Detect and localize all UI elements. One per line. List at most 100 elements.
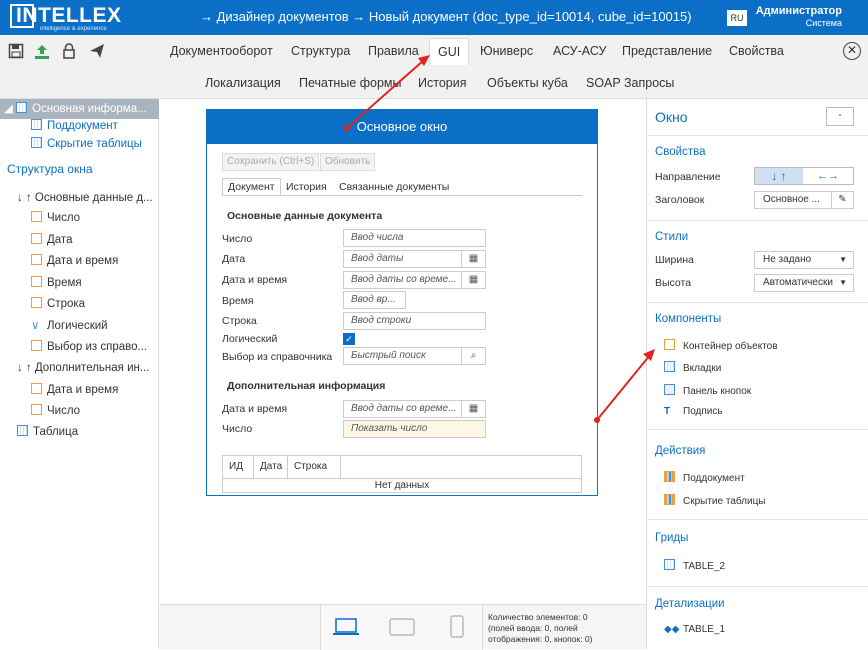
close-icon[interactable]: ✕ <box>843 42 861 60</box>
lock-icon[interactable] <box>60 43 78 61</box>
tab-rules[interactable]: Правила <box>368 44 419 58</box>
field-label: Число <box>222 233 253 245</box>
tab-document-flow[interactable]: Документооборот <box>170 44 273 58</box>
user-role: Система <box>805 18 842 28</box>
panel-menu-button[interactable]: - <box>826 107 854 126</box>
tab-asu[interactable]: АСУ-АСУ <box>553 44 606 58</box>
tab-history-inner[interactable]: История <box>286 181 327 193</box>
tab-print-forms[interactable]: Печатные формы <box>299 76 402 90</box>
calendar-icon[interactable]: ▦ <box>461 401 485 417</box>
tablet-icon[interactable] <box>388 613 416 641</box>
date-input[interactable]: Ввод даты ▦ <box>343 250 486 268</box>
text-icon <box>31 297 42 308</box>
tab-structure[interactable]: Структура <box>291 44 350 58</box>
tree-item-date[interactable]: Дата <box>31 230 72 250</box>
mobile-icon[interactable] <box>443 613 471 641</box>
edit-icon[interactable]: ✎ <box>831 192 853 208</box>
grid-header[interactable]: Дата <box>254 456 288 478</box>
field-label: Выбор из справочника <box>222 351 333 363</box>
tab-related-docs[interactable]: Связанные документы <box>339 181 449 193</box>
tree-item-lookup[interactable]: Выбор из справо... <box>31 337 147 357</box>
tab-representation[interactable]: Представление <box>622 44 712 58</box>
tab-properties[interactable]: Свойства <box>729 44 784 58</box>
tree-item-time[interactable]: Время <box>31 273 82 293</box>
element-stats-line: отображения: 0, кнопок: 0) <box>488 634 593 644</box>
number-input[interactable]: Ввод числа <box>343 229 486 247</box>
width-select[interactable]: Не задано ▼ <box>754 251 854 269</box>
time-input[interactable]: Ввод вр... <box>343 291 406 309</box>
tree-item-datetime-2[interactable]: Дата и время <box>31 380 118 400</box>
save-button[interactable]: Сохранить (Ctrl+S) <box>222 153 320 171</box>
detail-table-1[interactable]: ◆◆ TABLE_1 <box>664 624 725 635</box>
component-tabs[interactable]: Вкладки <box>664 361 721 374</box>
tab-document[interactable]: Документ <box>222 178 281 195</box>
collapse-icon[interactable]: ◢ <box>4 103 13 115</box>
string-input[interactable]: Ввод строки <box>343 312 486 330</box>
field-label: Число <box>222 423 253 435</box>
horizontal-direction-button[interactable]: ←→ <box>803 168 853 184</box>
search-icon[interactable]: ⌕ <box>461 348 485 364</box>
refresh-button[interactable]: Обновить <box>320 153 376 171</box>
tree-item-number-2[interactable]: Число <box>31 401 80 421</box>
window-structure-title: Структура окна <box>7 162 93 176</box>
grid-table-2[interactable]: TABLE_2 <box>664 559 725 572</box>
datetime-input-2[interactable]: Ввод даты со време... ▦ <box>343 400 486 418</box>
table-icon <box>17 425 28 436</box>
tab-soap-requests[interactable]: SOAP Запросы <box>586 76 674 90</box>
grid-label: TABLE_2 <box>683 561 726 572</box>
action-hide-table[interactable]: Скрытие таблицы <box>664 494 766 507</box>
component-label: Подпись <box>683 406 723 417</box>
component-button-panel[interactable]: Панель кнопок <box>664 384 751 397</box>
device-bar: Количество элементов: 0 (полей ввода: 0,… <box>159 604 646 650</box>
divider <box>647 302 868 303</box>
boolean-checkbox[interactable]: ✓ <box>343 333 355 345</box>
grid-header[interactable]: ИД <box>223 456 254 478</box>
data-grid[interactable]: ИД Дата Строка Нет данных <box>222 455 582 493</box>
component-label-item[interactable]: T Подпись <box>664 406 723 417</box>
tree-item-label: Число <box>47 212 81 224</box>
divider <box>647 135 868 136</box>
tree-item-table[interactable]: Таблица <box>17 422 78 442</box>
user-info[interactable]: Администратор Система <box>756 5 842 29</box>
lookup-input[interactable]: Быстрый поиск ⌕ <box>343 347 486 365</box>
main-window-preview[interactable]: Основное окно Сохранить (Ctrl+S) Обновит… <box>206 109 598 496</box>
save-icon[interactable] <box>7 43 25 61</box>
tab-cube-objects[interactable]: Объекты куба <box>487 76 568 90</box>
calendar-icon[interactable]: ▦ <box>461 251 485 267</box>
component-object-container[interactable]: Контейнер объектов <box>664 339 778 352</box>
logo-subtitle: intelligence & experience <box>40 26 107 32</box>
desktop-icon[interactable] <box>332 613 360 641</box>
tree-group-additional[interactable]: ↓ ↑ Дополнительная ин... <box>17 358 149 378</box>
panel-title: Окно <box>655 109 688 125</box>
tree-item-subdocument[interactable]: Поддокумент <box>31 116 118 136</box>
tree-group-main[interactable]: ↓ ↑ Основные данные д... <box>17 188 153 208</box>
number-display[interactable]: Показать число <box>343 420 486 438</box>
datetime-input[interactable]: Ввод даты со време... ▦ <box>343 271 486 289</box>
tree-item-datetime[interactable]: Дата и время <box>31 251 118 271</box>
table-icon <box>31 119 42 130</box>
direction-toggle[interactable]: ↓ ↑ ←→ <box>754 167 854 185</box>
upload-icon[interactable] <box>33 43 51 61</box>
table-icon <box>16 102 28 113</box>
vertical-direction-button[interactable]: ↓ ↑ <box>755 168 803 184</box>
action-subdocument[interactable]: Поддокумент <box>664 471 745 484</box>
tab-gui[interactable]: GUI <box>429 38 470 65</box>
tree-item-label: Таблица <box>33 426 79 438</box>
section-additional: Дополнительная информация <box>227 380 386 392</box>
tab-history[interactable]: История <box>418 76 466 90</box>
send-icon[interactable] <box>88 43 106 61</box>
tree-item-hide-table[interactable]: Скрытие таблицы <box>31 134 142 154</box>
height-select[interactable]: Автоматически ▼ <box>754 274 854 292</box>
width-value: Не задано <box>763 254 812 265</box>
grid-header[interactable]: Строка <box>288 456 341 478</box>
lookup-icon <box>31 340 42 351</box>
tab-localization[interactable]: Локализация <box>205 76 281 90</box>
caption-input[interactable]: Основное ... ✎ <box>754 191 854 209</box>
tree-item-boolean[interactable]: ∨ Логический <box>31 316 108 336</box>
calendar-icon[interactable]: ▦ <box>461 272 485 288</box>
tab-universe[interactable]: Юниверс <box>480 44 533 58</box>
tree-item-number[interactable]: Число <box>31 208 80 228</box>
tree-item-string[interactable]: Строка <box>31 294 85 314</box>
language-button[interactable]: RU <box>727 10 747 26</box>
component-label: Контейнер объектов <box>683 341 778 352</box>
